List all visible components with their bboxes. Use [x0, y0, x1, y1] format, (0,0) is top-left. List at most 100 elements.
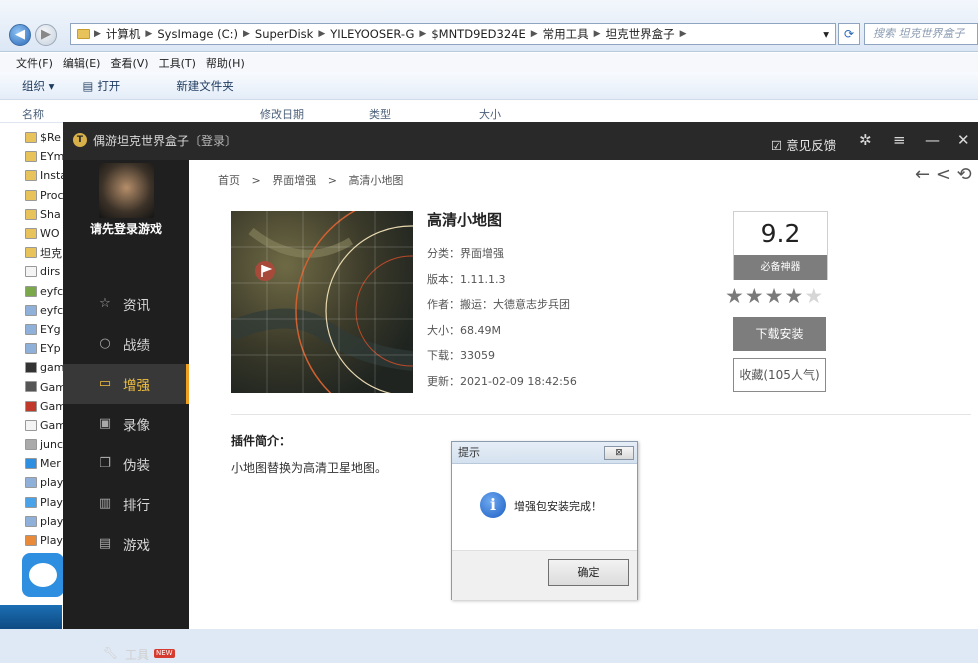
file-row[interactable]: eyfc — [0, 301, 70, 320]
file-row[interactable]: EYg — [0, 320, 70, 339]
breadcrumb: 首页 > 界面增强 > 高清小地图 — [218, 174, 404, 187]
star-icon: ☆ — [99, 296, 111, 311]
dialog-close-button[interactable]: ⊠ — [604, 446, 634, 460]
back-arrow-icon[interactable]: ← — [915, 164, 930, 185]
plugin-category: 分类：界面增强 — [427, 247, 504, 260]
plugin-version: 版本：1.11.1.3 — [427, 273, 506, 286]
file-row[interactable]: eyfc — [0, 282, 70, 301]
sidebar: 请先登录游戏 ☆ 资讯 ○ 战绩 ▭ 增强 ▣ 录像 ❐ 伪装 ▥ 排行 ▤ 游戏 🔧︎ 工具 NEW — [63, 160, 189, 662]
minimize-icon[interactable]: — — [925, 131, 940, 149]
sidebar-item-2[interactable]: ○ 战绩 — [63, 324, 189, 364]
file-row[interactable]: EYm — [0, 147, 70, 166]
sidebar-item-5[interactable]: ❐ 伪装 — [63, 444, 189, 484]
menu-file[interactable]: 文件(F) — [16, 55, 53, 71]
column-date[interactable]: 修改日期 — [260, 106, 304, 122]
file-name: $Re — [40, 131, 61, 145]
file-icon — [25, 362, 37, 374]
back-button[interactable]: ◀ — [9, 24, 31, 46]
file-row[interactable]: Sha — [0, 205, 70, 224]
dialog-footer: 确定 — [452, 550, 637, 600]
feedback-button[interactable]: ☑ 意见反馈 — [771, 135, 836, 154]
file-name: play — [40, 476, 64, 490]
gamepad-icon: ▤ — [98, 536, 112, 551]
menu-edit[interactable]: 编辑(E) — [63, 55, 101, 71]
file-row[interactable]: Play — [0, 531, 70, 550]
file-name: Play — [40, 495, 63, 509]
file-row[interactable]: play — [0, 512, 70, 531]
ok-button[interactable]: 确定 — [548, 559, 629, 586]
address-dropdown-icon[interactable]: ▾ — [823, 27, 829, 41]
share-icon[interactable]: < — [936, 164, 951, 185]
column-name[interactable]: 名称 — [22, 106, 44, 122]
file-row[interactable]: dirs — [0, 262, 70, 281]
file-row[interactable]: Gam — [0, 377, 70, 396]
menu-view[interactable]: 查看(V) — [110, 55, 148, 71]
sidebar-item-label: 增强 — [123, 378, 150, 394]
file-row[interactable]: Gam — [0, 416, 70, 435]
app-title: 偶游坦克世界盒子 — [93, 134, 190, 148]
sidebar-item-1[interactable]: ☆ 资讯 — [63, 284, 189, 324]
sidebar-item-7[interactable]: ▤ 游戏 — [63, 524, 189, 564]
column-size[interactable]: 大小 — [479, 106, 501, 122]
file-name: EYm — [40, 150, 65, 164]
score-value: 9.2 — [760, 219, 801, 248]
path-segment[interactable]: 坦克世界盒子 — [606, 26, 675, 42]
column-type[interactable]: 类型 — [369, 106, 391, 122]
breadcrumb-category[interactable]: 界面增强 — [272, 174, 316, 187]
file-name: WO — [40, 227, 60, 241]
forward-button[interactable]: ▶ — [35, 24, 57, 46]
sidebar-item-label: 排行 — [123, 498, 150, 514]
search-input[interactable]: 搜索 坦克世界盒子 — [864, 23, 978, 45]
install-button[interactable]: 下载安装 — [733, 317, 826, 351]
new-folder-button[interactable]: 新建文件夹 — [176, 78, 234, 94]
file-row[interactable]: $Re — [0, 128, 70, 147]
file-icon — [25, 381, 37, 393]
login-prompt[interactable]: 请先登录游戏 — [63, 220, 189, 237]
file-icon — [25, 266, 37, 278]
sidebar-item-3[interactable]: ▭ 增强 — [63, 364, 189, 404]
breadcrumb-current: 高清小地图 — [348, 174, 404, 187]
sidebar-item-4[interactable]: ▣ 录像 — [63, 404, 189, 444]
file-name: Mer — [40, 457, 61, 471]
file-icon — [25, 170, 37, 182]
menu-help[interactable]: 帮助(H) — [206, 55, 245, 71]
close-icon[interactable]: ✕ — [957, 131, 970, 149]
file-row[interactable]: Mer — [0, 454, 70, 473]
sidebar-item-6[interactable]: ▥ 排行 — [63, 484, 189, 524]
path-segment[interactable]: YILEYOOSER-G — [330, 27, 414, 41]
taskbar — [0, 605, 62, 629]
address-bar[interactable]: ▶ 计算机 ▶ SysImage (C:) ▶ SuperDisk ▶ YILEYOO… — [70, 23, 836, 45]
path-segment[interactable]: 常用工具 — [543, 26, 589, 42]
file-row[interactable]: Gam — [0, 397, 70, 416]
open-button[interactable]: ▤ 打开 — [82, 78, 148, 94]
file-row[interactable]: Play — [0, 493, 70, 512]
path-segment[interactable]: SysImage (C:) — [157, 27, 238, 41]
file-name: EYg — [40, 322, 61, 336]
file-name: Play — [40, 534, 63, 548]
refresh-icon[interactable]: ⟲ — [957, 164, 972, 185]
score-box: 9.2 必备神器 — [733, 211, 828, 280]
info-icon: i — [480, 492, 506, 518]
file-row[interactable]: Proc — [0, 186, 70, 205]
settings-icon[interactable]: ✲ — [859, 131, 872, 149]
favorite-button[interactable]: 收藏(105人气) — [733, 358, 826, 392]
window-icon: ❐ — [99, 456, 111, 471]
file-row[interactable]: WO — [0, 224, 70, 243]
bird-app-icon[interactable] — [22, 553, 64, 597]
file-row[interactable]: gam — [0, 358, 70, 377]
menu-tools[interactable]: 工具(T) — [159, 55, 196, 71]
menu-icon[interactable]: ≡ — [893, 131, 906, 149]
path-segment[interactable]: 计算机 — [106, 26, 141, 42]
file-row[interactable]: play — [0, 473, 70, 492]
path-segment[interactable]: SuperDisk — [255, 27, 313, 41]
file-row[interactable]: Insta — [0, 166, 70, 185]
refresh-button[interactable]: ⟳ — [838, 23, 860, 45]
file-row[interactable]: junc — [0, 435, 70, 454]
file-row[interactable]: EYp — [0, 339, 70, 358]
path-segment[interactable]: $MNTD9ED324E — [431, 27, 525, 41]
breadcrumb-home[interactable]: 首页 — [218, 174, 240, 187]
file-row[interactable]: 坦克 — [0, 243, 70, 262]
avatar[interactable] — [99, 163, 154, 218]
organize-button[interactable]: 组织 ▾ — [22, 78, 54, 94]
login-link[interactable]: 〔登录〕 — [189, 132, 237, 149]
